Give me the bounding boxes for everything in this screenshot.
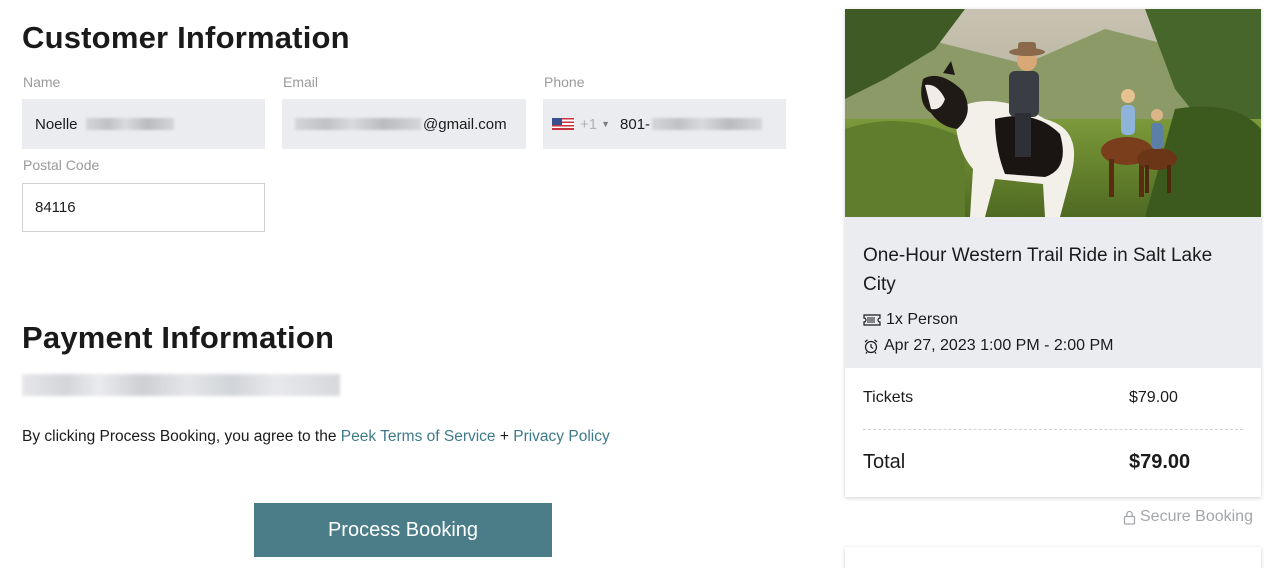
tickets-row: Tickets $79.00 xyxy=(863,389,1243,407)
lock-icon xyxy=(1123,510,1136,525)
quantity-text: 1x Person xyxy=(886,311,959,328)
ticket-icon xyxy=(863,314,881,326)
secondary-card xyxy=(845,547,1261,568)
redacted-phone xyxy=(652,118,763,130)
terms-of-service-link[interactable]: Peek Terms of Service xyxy=(341,428,496,445)
privacy-policy-link[interactable]: Privacy Policy xyxy=(513,428,609,445)
postal-code-input[interactable]: 84116 xyxy=(22,183,265,232)
tickets-value: $79.00 xyxy=(1129,389,1178,406)
us-flag-icon[interactable] xyxy=(552,118,574,130)
secure-booking: Secure Booking xyxy=(1123,508,1253,526)
quantity-row: 1x Person xyxy=(863,311,958,329)
name-value: Noelle xyxy=(35,115,78,133)
agreement-text: By clicking Process Booking, you agree t… xyxy=(22,428,341,445)
email-value: @gmail.com xyxy=(423,115,507,133)
terms-agreement: By clicking Process Booking, you agree t… xyxy=(22,428,610,446)
datetime-text: Apr 27, 2023 1:00 PM - 2:00 PM xyxy=(884,337,1114,354)
email-label: Email xyxy=(283,74,319,90)
booking-summary-card: One-Hour Western Trail Ride in Salt Lake… xyxy=(845,9,1261,497)
booking-details: One-Hour Western Trail Ride in Salt Lake… xyxy=(845,217,1261,368)
divider xyxy=(863,429,1243,430)
total-row: Total $79.00 xyxy=(863,451,1243,474)
phone-value: 801- xyxy=(620,115,651,133)
redacted-payment-field xyxy=(22,374,340,396)
name-label: Name xyxy=(23,74,61,90)
postal-code-label: Postal Code xyxy=(23,157,100,173)
secure-booking-label: Secure Booking xyxy=(1140,508,1253,525)
email-field[interactable]: @gmail.com xyxy=(282,99,526,149)
total-value: $79.00 xyxy=(1129,451,1191,473)
payment-info-heading: Payment Information xyxy=(22,320,335,355)
name-field[interactable]: Noelle xyxy=(22,99,265,149)
phone-label: Phone xyxy=(544,74,585,90)
redacted-email-user xyxy=(295,118,421,130)
trail-ride-photo xyxy=(845,9,1261,217)
postal-code-value: 84116 xyxy=(35,199,76,216)
customer-info-heading: Customer Information xyxy=(22,20,350,55)
tickets-label: Tickets xyxy=(863,389,914,406)
country-code[interactable]: +1 xyxy=(580,116,597,133)
redacted-lastname xyxy=(85,118,174,130)
total-label: Total xyxy=(863,451,906,473)
activity-title: One-Hour Western Trail Ride in Salt Lake… xyxy=(863,245,1213,295)
alarm-clock-icon xyxy=(864,339,878,354)
phone-field[interactable]: +1 ▼ 801- xyxy=(543,99,786,149)
plus-separator: + xyxy=(495,428,514,445)
chevron-down-icon[interactable]: ▼ xyxy=(601,119,610,129)
process-booking-button[interactable]: Process Booking xyxy=(254,503,552,557)
datetime-row: Apr 27, 2023 1:00 PM - 2:00 PM xyxy=(863,337,1113,355)
